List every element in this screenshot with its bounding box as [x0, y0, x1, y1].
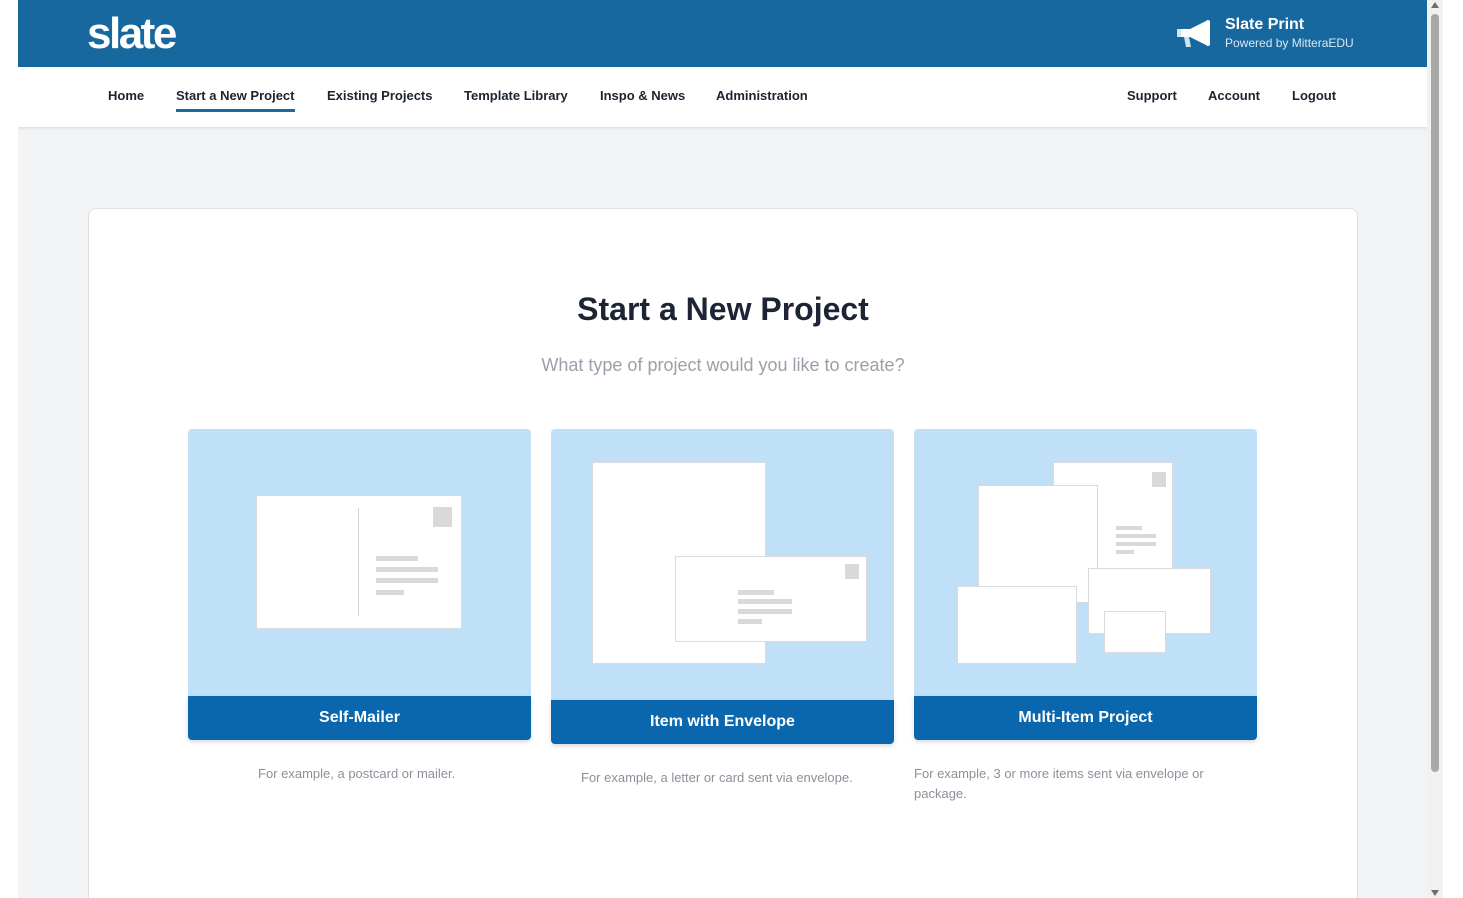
multi-item-illustration: [914, 429, 1257, 696]
brand-title: Slate Print: [1225, 16, 1305, 33]
nav-start-new-project[interactable]: Start a New Project: [176, 88, 295, 112]
postcard-shape: [256, 495, 462, 629]
self-mailer-illustration: [188, 429, 531, 696]
megaphone-icon: [1176, 18, 1212, 50]
scroll-up-arrow-icon[interactable]: [1431, 2, 1439, 8]
multi-item-project-button[interactable]: Multi-Item Project: [914, 696, 1257, 740]
nav-administration[interactable]: Administration: [716, 88, 808, 109]
nav-template-library[interactable]: Template Library: [464, 88, 568, 109]
self-mailer-description: For example, a postcard or mailer.: [258, 766, 456, 781]
nav-logout[interactable]: Logout: [1292, 88, 1336, 109]
nav-home[interactable]: Home: [108, 88, 144, 109]
item-with-envelope-button[interactable]: Item with Envelope: [551, 700, 894, 744]
nav-inspo-news[interactable]: Inspo & News: [600, 88, 685, 109]
slate-logo[interactable]: slate: [87, 6, 177, 62]
nav-existing-projects[interactable]: Existing Projects: [327, 88, 432, 109]
project-type-card: Start a New Project What type of project…: [88, 208, 1358, 898]
small-card-shape: [1104, 611, 1166, 653]
top-header: slate Slate Print Powered by MitteraEDU: [18, 0, 1427, 67]
nav-account[interactable]: Account: [1208, 88, 1260, 109]
page-title: Start a New Project: [577, 291, 869, 327]
self-mailer-button[interactable]: Self-Mailer: [188, 696, 531, 740]
option-self-mailer[interactable]: Self-Mailer For example, a postcard or m…: [188, 429, 531, 781]
scroll-thumb[interactable]: [1431, 14, 1439, 772]
scroll-down-arrow-icon[interactable]: [1431, 890, 1439, 896]
browser-viewport: slate Slate Print Powered by MitteraEDU …: [18, 0, 1427, 898]
envelope-shape: [675, 556, 867, 642]
item-envelope-illustration: [551, 429, 894, 700]
nav-support[interactable]: Support: [1127, 88, 1177, 109]
multi-item-project-description: For example, 3 or more items sent via en…: [914, 766, 1204, 801]
postcard-shape: [957, 586, 1077, 664]
option-item-with-envelope[interactable]: Item with Envelope For example, a letter…: [551, 429, 894, 785]
option-multi-item-project[interactable]: Multi-Item Project For example, 3 or mor…: [914, 429, 1257, 801]
brand-subtitle: Powered by MitteraEDU: [1225, 36, 1354, 50]
item-with-envelope-description: For example, a letter or card sent via e…: [581, 770, 853, 785]
vertical-scrollbar[interactable]: [1427, 0, 1443, 898]
main-nav: Home Start a New Project Existing Projec…: [18, 67, 1427, 127]
page-subtitle: What type of project would you like to c…: [541, 355, 905, 375]
